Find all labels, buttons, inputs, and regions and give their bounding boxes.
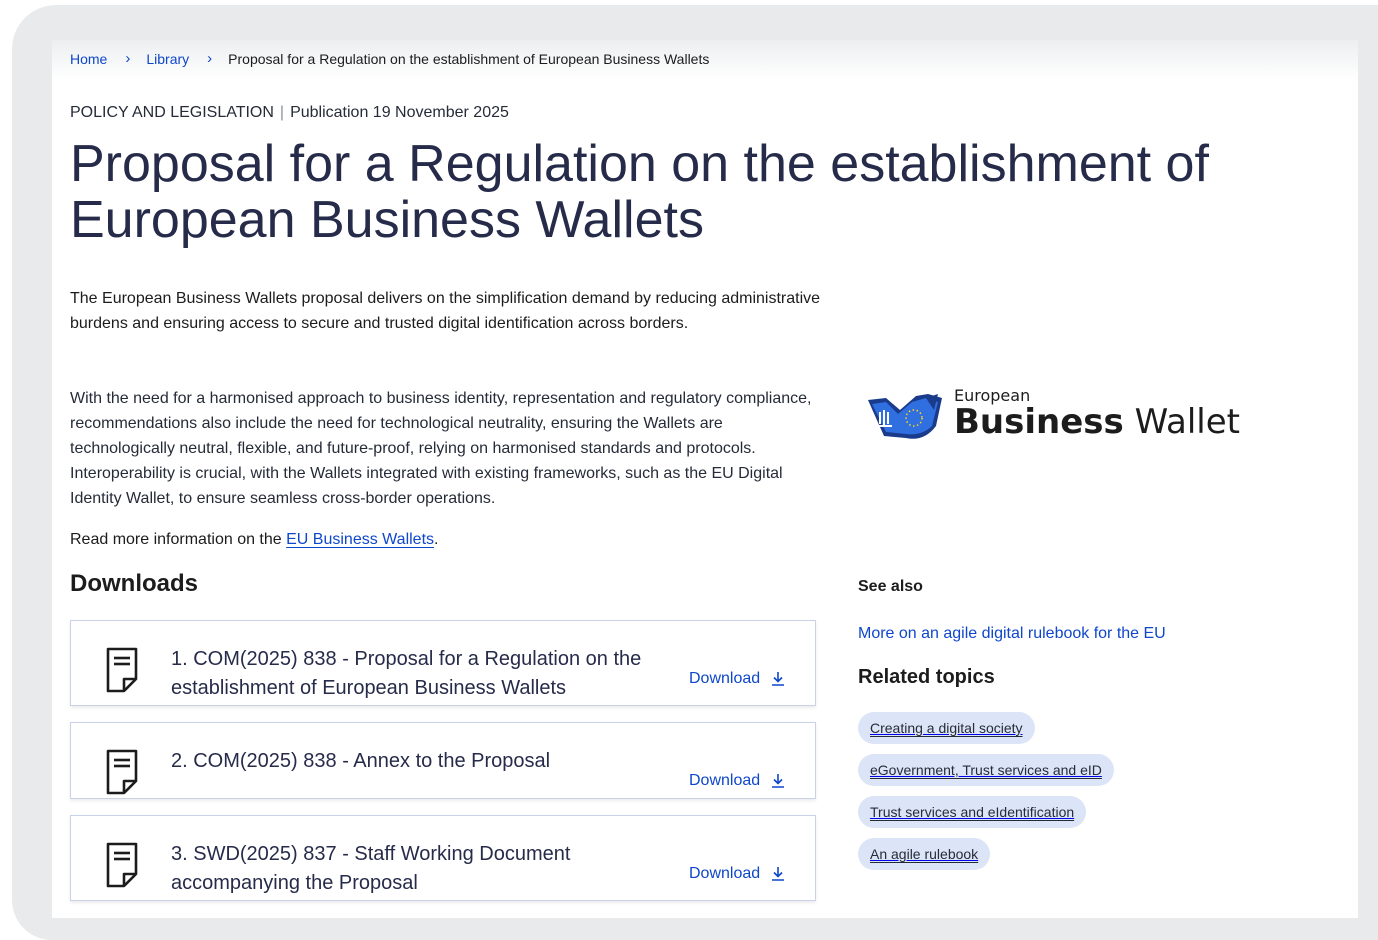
document-icon: [106, 842, 138, 888]
download-label: Download: [689, 772, 761, 789]
see-also-label: See also: [858, 578, 923, 595]
related-topics-heading: Related topics: [858, 666, 995, 688]
content-category: POLICY AND LEGISLATION: [70, 104, 274, 121]
download-card: 2. COM(2025) 838 - Annex to the Proposal…: [70, 722, 816, 799]
breadcrumb-home[interactable]: Home: [70, 51, 107, 67]
download-icon: [772, 672, 785, 686]
download-label: Download: [689, 670, 761, 687]
downloads-heading: Downloads: [70, 570, 199, 597]
download-icon: [772, 867, 785, 881]
page-content: Home › Library › Proposal for a Regulati…: [52, 40, 1358, 918]
download-link[interactable]: Download: [689, 772, 786, 790]
european-business-wallet-logo: European Business Wallet: [866, 382, 1240, 442]
download-card: 3. SWD(2025) 837 - Staff Working Documen…: [70, 815, 816, 901]
logo-text-business: Business: [954, 402, 1124, 442]
download-label: Download: [689, 865, 761, 882]
chevron-right-icon: ›: [125, 50, 131, 67]
topic-tag-label: An agile rulebook: [870, 846, 979, 862]
topic-tag-label: Creating a digital society: [870, 720, 1023, 736]
download-card: 1. COM(2025) 838 - Proposal for a Regula…: [70, 620, 816, 706]
wallet-logo-icon: [868, 394, 942, 439]
download-icon: [772, 774, 785, 788]
meta-divider: |: [279, 104, 285, 121]
topic-tag[interactable]: eGovernment, Trust services and eID: [858, 754, 1114, 786]
body-paragraph: With the need for a harmonised approach …: [70, 390, 812, 507]
topic-tag[interactable]: Creating a digital society: [858, 712, 1035, 744]
eu-business-wallets-link[interactable]: EU Business Wallets: [286, 531, 434, 548]
download-link[interactable]: Download: [689, 670, 786, 688]
document-icon: [106, 749, 138, 795]
download-title: 2. COM(2025) 838 - Annex to the Proposal: [171, 750, 551, 772]
document-icon: [106, 647, 138, 693]
page-title: Proposal for a Regulation on the establi…: [70, 135, 1209, 249]
breadcrumb: Home › Library › Proposal for a Regulati…: [70, 50, 709, 67]
topic-tag[interactable]: An agile rulebook: [858, 838, 991, 870]
download-link[interactable]: Download: [689, 865, 786, 883]
download-title: 1. COM(2025) 838 - Proposal for a Regula…: [171, 648, 642, 699]
logo-text-wallet: Wallet: [1123, 402, 1240, 442]
breadcrumb-current: Proposal for a Regulation on the establi…: [228, 50, 710, 67]
see-also-link[interactable]: More on an agile digital rulebook for th…: [858, 625, 1166, 643]
read-more-paragraph: Read more information on the EU Business…: [70, 527, 830, 552]
read-more-suffix: .: [434, 531, 439, 548]
logo-text-business-wallet: Business Wallet: [954, 402, 1240, 442]
page-meta: POLICY AND LEGISLATION | Publication 19 No…: [70, 104, 509, 122]
topic-tag-label: Trust services and eIdentification: [870, 804, 1075, 820]
chevron-right-icon: ›: [207, 50, 213, 67]
publication-date: Publication 19 November 2025: [290, 104, 509, 121]
intro-paragraph: The European Business Wallets proposal d…: [70, 290, 821, 332]
topic-tag-label: eGovernment, Trust services and eID: [870, 762, 1102, 778]
read-more-prefix: Read more information on the: [70, 531, 287, 548]
download-title: 3. SWD(2025) 837 - Staff Working Documen…: [171, 843, 571, 894]
breadcrumb-library[interactable]: Library: [146, 51, 189, 67]
topic-tag[interactable]: Trust services and eIdentification: [858, 796, 1087, 828]
